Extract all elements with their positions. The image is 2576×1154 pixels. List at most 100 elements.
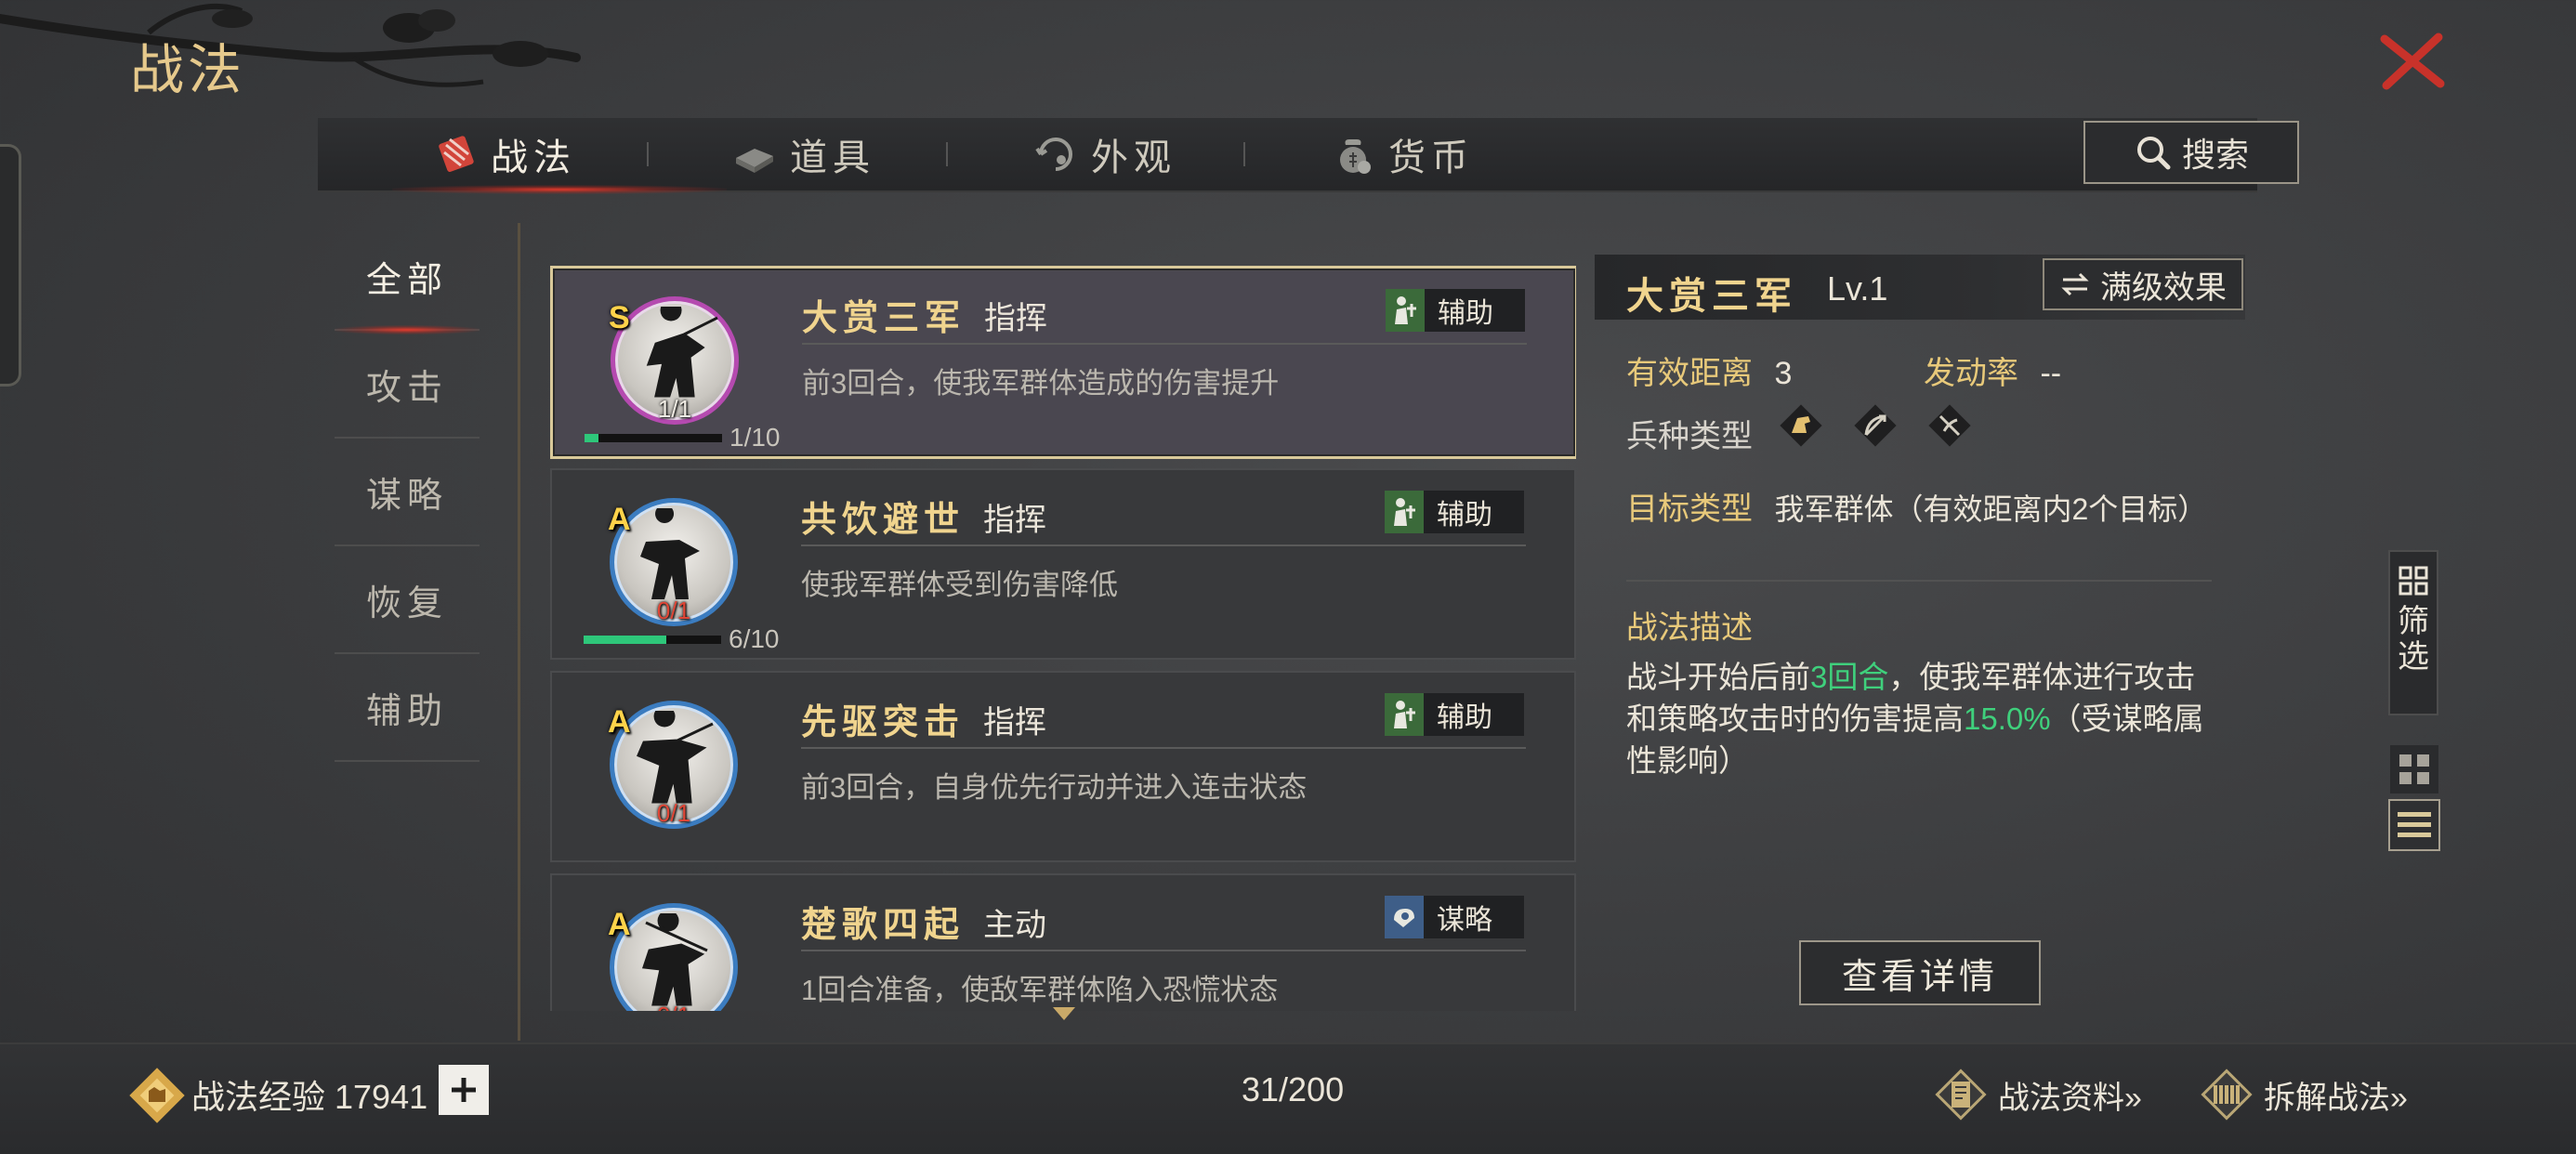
rate-label: 发动率 bbox=[1924, 356, 2018, 391]
grade-badge: A bbox=[608, 907, 631, 942]
grade-badge: A bbox=[608, 502, 631, 537]
skill-type-badge: 辅助 bbox=[1385, 693, 1524, 736]
category-strategy[interactable]: 谋略 bbox=[335, 439, 480, 546]
filter-button[interactable]: 筛选 bbox=[2388, 550, 2438, 715]
close-button[interactable] bbox=[2375, 28, 2450, 93]
tab-currency[interactable]: 货币 bbox=[1331, 118, 1474, 190]
skill-exp-icon bbox=[129, 1068, 185, 1123]
troop-type-label: 兵种类型 bbox=[1626, 419, 1753, 454]
tab-label: 货币 bbox=[1388, 137, 1474, 178]
progress-fill bbox=[585, 434, 598, 442]
tab-label: 道具 bbox=[790, 137, 875, 178]
tab-divider bbox=[647, 142, 649, 166]
category-support[interactable]: 辅助 bbox=[335, 654, 480, 762]
grid-view-icon bbox=[2399, 754, 2429, 784]
category-all[interactable]: 全部 bbox=[335, 223, 480, 334]
range-row: 有效距离 3 bbox=[1626, 348, 1792, 393]
owned-count: 0/1 bbox=[610, 1002, 738, 1011]
skill-card[interactable]: S 1/1 1/10 大赏三军 指挥 辅助 前3回合，使我军群体造成的伤害提升 bbox=[550, 266, 1576, 459]
upgrade-progress-bar bbox=[584, 636, 721, 644]
card-divider bbox=[801, 544, 1526, 546]
add-exp-button[interactable] bbox=[439, 1065, 489, 1115]
support-icon bbox=[1394, 701, 1415, 728]
scroll-down-icon bbox=[1053, 1007, 1075, 1020]
category-label: 攻击 bbox=[365, 368, 448, 408]
category-label: 全部 bbox=[365, 260, 448, 300]
owned-count: 1/1 bbox=[657, 395, 692, 423]
category-menu: 全部 攻击 谋略 恢复 辅助 bbox=[318, 223, 519, 1041]
detail-divider bbox=[1626, 580, 2212, 582]
skill-short-desc: 使我军群体受到伤害降低 bbox=[801, 569, 1118, 601]
search-button[interactable]: 搜索 bbox=[2083, 121, 2299, 184]
owned-count: 0/1 bbox=[656, 597, 691, 624]
skill-name: 共饮避世 bbox=[801, 501, 966, 540]
support-icon bbox=[1395, 296, 1416, 324]
skill-card[interactable]: A 0/1 6/10 共饮避世 指挥 辅助 使我军群体受到伤害降低 bbox=[550, 468, 1576, 660]
category-label: 恢复 bbox=[365, 584, 448, 623]
skill-type-label: 辅助 bbox=[1438, 298, 1493, 329]
top-tab-bar: 战法 道具 外观 货币 搜索 bbox=[318, 118, 2299, 194]
skill-card[interactable]: A 0/1 楚歌四起 主动 谋略 1回合准备，使敌军群体陷入恐慌状态 bbox=[550, 873, 1576, 1011]
view-detail-button[interactable]: 查看详情 bbox=[1799, 940, 2041, 1005]
desc-text: 战斗开始后前 bbox=[1626, 660, 1810, 694]
menu-divider bbox=[518, 223, 520, 1041]
plus-icon bbox=[452, 1078, 476, 1102]
skill-kind: 主动 bbox=[983, 908, 1046, 943]
skill-type-badge: 谋略 bbox=[1385, 896, 1524, 938]
disassemble-icon bbox=[2201, 1069, 2253, 1121]
skill-name: 大赏三军 bbox=[802, 299, 966, 338]
strategy-icon bbox=[1394, 909, 1414, 927]
rate-value: -- bbox=[2040, 356, 2062, 391]
appearance-icon bbox=[1035, 138, 1072, 171]
skill-short-desc: 1回合准备，使敌军群体陷入恐慌状态 bbox=[801, 974, 1279, 1006]
skill-info-icon bbox=[1935, 1069, 1987, 1121]
skill-short-desc: 前3回合，自身优先行动并进入连击状态 bbox=[801, 771, 1308, 804]
archer-icon bbox=[1851, 401, 1899, 450]
tab-skills[interactable]: 战法 bbox=[433, 118, 576, 190]
category-attack[interactable]: 攻击 bbox=[335, 331, 480, 439]
progress-text: 1/10 bbox=[729, 423, 781, 452]
skill-scroll-icon bbox=[439, 136, 474, 172]
category-recovery[interactable]: 恢复 bbox=[335, 546, 480, 654]
swap-icon bbox=[2061, 272, 2089, 296]
skill-list[interactable]: S 1/1 1/10 大赏三军 指挥 辅助 前3回合，使我军群体造成的伤害提升 … bbox=[550, 266, 1576, 1011]
skill-name: 楚歌四起 bbox=[801, 906, 966, 945]
grid-view-button[interactable] bbox=[2390, 745, 2438, 793]
list-view-icon bbox=[2398, 812, 2431, 837]
skill-name: 先驱突击 bbox=[801, 703, 966, 742]
tab-label: 战法 bbox=[491, 137, 576, 178]
general-silhouette-icon bbox=[641, 913, 708, 1006]
detail-skill-level: Lv.1 bbox=[1827, 269, 1888, 308]
skill-short-desc: 前3回合，使我军群体造成的伤害提升 bbox=[802, 367, 1280, 400]
tab-items[interactable]: 道具 bbox=[732, 118, 875, 190]
target-value: 我军群体（有效距离内2个目标） bbox=[1774, 492, 2208, 526]
skill-type-label: 辅助 bbox=[1437, 500, 1492, 531]
category-label: 辅助 bbox=[365, 691, 448, 731]
grade-badge: S bbox=[609, 300, 630, 335]
skill-info-link[interactable]: 战法资料» bbox=[1931, 1065, 2142, 1124]
disassemble-label: 拆解战法» bbox=[2264, 1080, 2408, 1116]
filter-label: 筛选 bbox=[2398, 604, 2429, 675]
close-icon bbox=[2380, 33, 2445, 90]
tab-label: 外观 bbox=[1091, 137, 1176, 178]
disassemble-skill-link[interactable]: 拆解战法» bbox=[2197, 1065, 2408, 1124]
tab-divider bbox=[946, 142, 948, 166]
side-drawer-handle[interactable] bbox=[0, 144, 21, 387]
skill-kind: 指挥 bbox=[984, 301, 1047, 336]
skill-type-label: 谋略 bbox=[1437, 905, 1492, 936]
skill-info-label: 战法资料» bbox=[1998, 1080, 2142, 1116]
filter-grid-icon bbox=[2399, 566, 2428, 596]
skill-kind: 指挥 bbox=[983, 705, 1046, 741]
skill-type-badge: 辅助 bbox=[1386, 289, 1525, 332]
upgrade-progress-bar bbox=[585, 434, 722, 442]
support-icon bbox=[1394, 498, 1415, 526]
bottom-bar: 战法经验 17941 31/200 战法资料» 拆解战法» bbox=[0, 1043, 2576, 1154]
skill-card[interactable]: A 0/1 先驱突击 指挥 辅助 前3回合，自身优先行动并进入连击状态 bbox=[550, 671, 1576, 862]
max-effect-button[interactable]: 满级效果 bbox=[2043, 258, 2243, 310]
tab-appearance[interactable]: 外观 bbox=[1033, 118, 1176, 190]
skill-full-desc: 战斗开始后前3回合，使我军群体进行攻击和策略攻击时的伤害提高15.0%（受谋略属… bbox=[1626, 656, 2221, 781]
list-view-button[interactable] bbox=[2388, 799, 2440, 851]
tab-divider bbox=[1243, 142, 1245, 166]
search-label: 搜索 bbox=[2181, 136, 2249, 174]
target-label: 目标类型 bbox=[1626, 492, 1753, 527]
